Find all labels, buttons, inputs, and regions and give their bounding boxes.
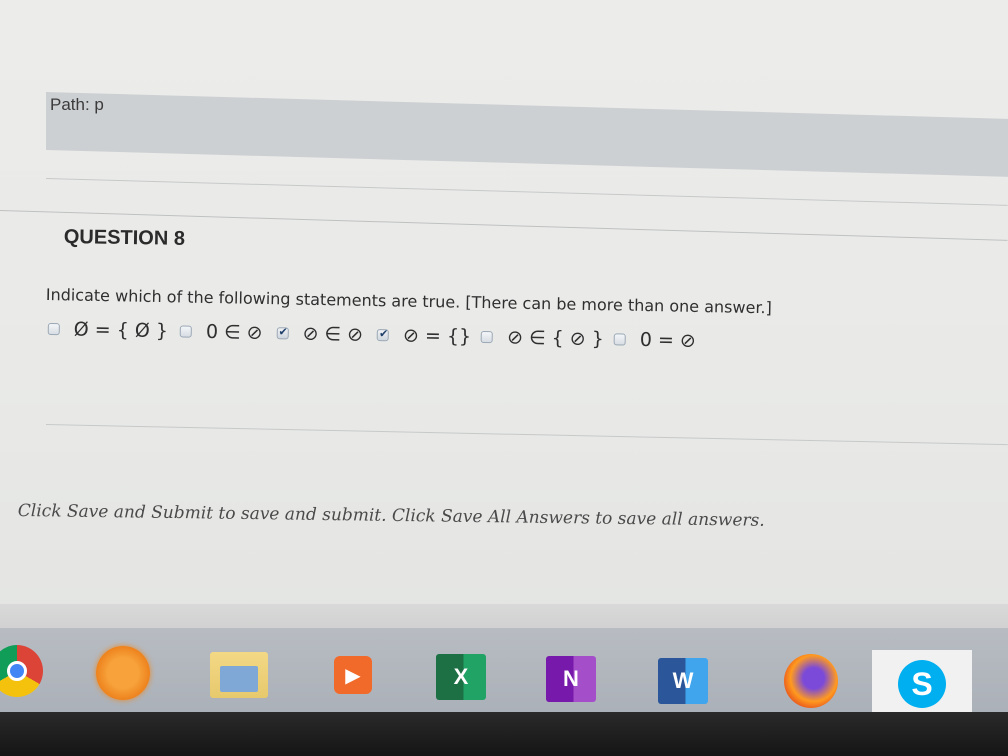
onenote-icon: N [546, 656, 596, 702]
taskbar-word[interactable]: W [652, 650, 714, 712]
option-5-checkbox[interactable] [481, 330, 494, 344]
word-icon: W [658, 658, 708, 704]
taskbar-onenote[interactable]: N [540, 648, 602, 710]
question-prompt: Indicate which of the following statemen… [45, 285, 773, 318]
taskbar-excel[interactable]: X [430, 646, 492, 708]
taskbar-file-explorer[interactable] [208, 644, 270, 706]
option-4[interactable]: ⊘ = {} [376, 324, 472, 348]
submit-instructions: Click Save and Submit to save and submit… [17, 501, 765, 531]
folder-icon [210, 652, 268, 698]
option-4-label: ⊘ = {} [402, 324, 472, 348]
option-2-label: 0 ∈ ⊘ [205, 320, 263, 344]
divider [45, 424, 1008, 446]
option-6[interactable]: 0 = ⊘ [613, 328, 697, 352]
option-6-checkbox[interactable] [613, 333, 626, 346]
monitor-bezel [0, 712, 1008, 756]
question-title: QUESTION 8 [63, 226, 186, 250]
option-1-checkbox[interactable] [47, 322, 60, 336]
option-2-checkbox[interactable] [179, 325, 193, 338]
play-icon: ▶ [334, 656, 372, 694]
option-3[interactable]: ⊘ ∈ ⊘ [276, 322, 363, 346]
option-6-label: 0 = ⊘ [639, 328, 697, 352]
path-label: Path: p [50, 95, 104, 114]
option-3-label: ⊘ ∈ ⊘ [302, 322, 364, 346]
option-4-checkbox[interactable] [376, 329, 390, 342]
quiz-page: Path: p QUESTION 8 Indicate which of the… [0, 0, 1008, 620]
sun-icon [96, 646, 150, 700]
taskbar: ▶ X N W S [0, 628, 1008, 718]
option-5-label: ⊘ ∈ { ⊘ } [506, 326, 605, 351]
taskbar-skype[interactable]: S [872, 650, 972, 718]
excel-icon: X [436, 654, 486, 700]
skype-icon: S [898, 660, 946, 708]
divider [45, 178, 1008, 206]
path-bar [46, 92, 1008, 177]
option-5[interactable]: ⊘ ∈ { ⊘ } [481, 326, 604, 350]
taskbar-app[interactable] [92, 642, 154, 704]
option-1-label: Ø = { Ø } [73, 318, 169, 343]
option-1[interactable]: Ø = { Ø } [47, 318, 169, 343]
chrome-icon [0, 645, 43, 697]
firefox-icon [784, 654, 838, 708]
answer-options: Ø = { Ø } 0 ∈ ⊘ ⊘ ∈ ⊘ ⊘ = {} ⊘ ∈ { ⊘ } 0… [47, 318, 697, 352]
taskbar-media-player[interactable]: ▶ [322, 644, 384, 706]
taskbar-firefox[interactable] [780, 650, 842, 712]
option-3-checkbox[interactable] [276, 327, 289, 340]
taskbar-chrome[interactable] [0, 640, 48, 702]
option-2[interactable]: 0 ∈ ⊘ [179, 320, 263, 344]
play-glyph: ▶ [345, 663, 361, 687]
